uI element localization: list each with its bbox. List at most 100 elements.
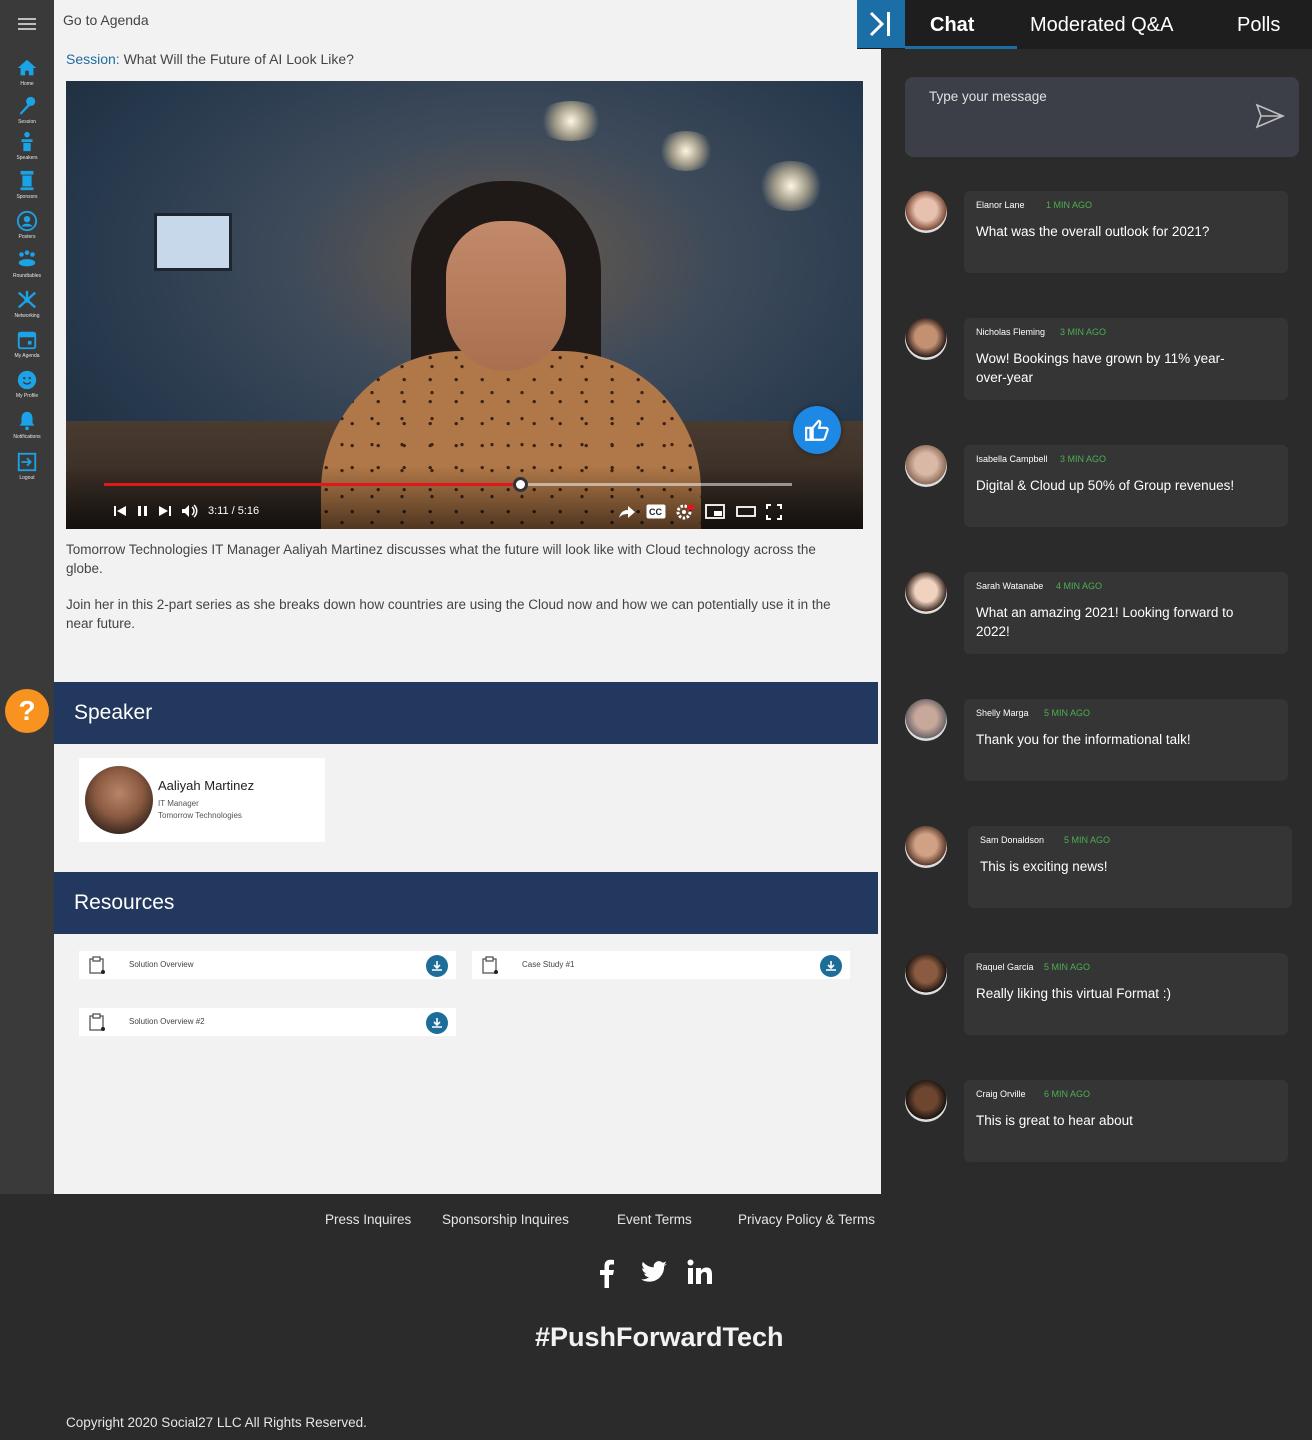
video-scrubber-handle[interactable]: [512, 477, 528, 492]
linkedin-icon[interactable]: [687, 1258, 713, 1286]
resource-item[interactable]: Solution Overview: [79, 951, 456, 979]
clipboard-icon: [89, 1013, 105, 1031]
chat-bubble: Raquel Garcia 5 MIN AGO Really liking this…: [964, 953, 1288, 1035]
background-lamp: [656, 131, 716, 171]
theater-mode-icon: [736, 506, 756, 517]
svg-text:CC: CC: [649, 507, 662, 517]
main-content: Go to Agenda Session: What Will the Futu…: [54, 0, 881, 1194]
chat-author: Isabella Campbell: [976, 454, 1048, 464]
theater-mode-button[interactable]: [736, 504, 756, 520]
nav-item-sponsors[interactable]: Sponsors: [0, 170, 54, 200]
nav-item-home[interactable]: Home: [0, 57, 54, 87]
nav-item-speakers[interactable]: Speakers: [0, 131, 54, 161]
panel-tabs: Chat Moderated Q&A Polls: [857, 0, 1312, 49]
resource-label: Solution Overview: [129, 960, 194, 969]
nav-item-session[interactable]: Session: [0, 95, 54, 125]
session-description-p1: Tomorrow Technologies IT Manager Aaliyah…: [66, 542, 816, 576]
collapse-panel-button[interactable]: [857, 0, 905, 48]
chat-bubble: Shelly Marga 5 MIN AGO Thank you for the i…: [964, 699, 1288, 781]
chat-avatar: [905, 953, 947, 995]
chat-input-placeholder: Type your message: [929, 89, 1047, 104]
resource-item[interactable]: Solution Overview #2: [79, 1008, 456, 1036]
facebook-icon[interactable]: [597, 1258, 617, 1288]
chat-avatar: [905, 1080, 947, 1122]
session-title: Session: What Will the Future of AI Look…: [66, 51, 354, 67]
user-circle-icon: [16, 210, 38, 232]
tab-chat[interactable]: Chat: [930, 14, 974, 37]
speaker-company: Tomorrow Technologies: [158, 811, 242, 820]
gear-icon: [676, 504, 694, 520]
chat-avatar: [905, 826, 947, 868]
pause-button[interactable]: [136, 504, 150, 520]
video-progress-bar[interactable]: [104, 477, 792, 492]
clipboard-icon: [89, 956, 105, 974]
volume-icon: [182, 504, 198, 518]
chat-timestamp: 3 MIN AGO: [1060, 454, 1107, 464]
nav-item-logout[interactable]: Logout: [0, 451, 54, 481]
miniplayer-button[interactable]: [705, 504, 725, 520]
tab-polls[interactable]: Polls: [1237, 14, 1280, 37]
skip-forward-icon: [159, 506, 171, 516]
chat-timestamp: 3 MIN AGO: [1060, 327, 1107, 337]
chat-timestamp: 6 MIN AGO: [1044, 1089, 1091, 1099]
speaker-section-header: Speaker: [54, 682, 878, 744]
session-label: Session:: [66, 51, 120, 67]
resources-section-header: Resources: [54, 872, 878, 934]
chat-bubble: Sam Donaldson 5 MIN AGO This is exciting n…: [968, 826, 1292, 908]
captions-button[interactable]: CC: [646, 504, 666, 520]
nav-item-posters[interactable]: Posters: [0, 210, 54, 240]
calendar-icon: [17, 331, 37, 350]
volume-button[interactable]: [181, 504, 199, 520]
send-icon[interactable]: [1255, 103, 1285, 129]
share-icon: [619, 506, 635, 518]
twitter-icon[interactable]: [640, 1258, 668, 1286]
hamburger-menu-icon[interactable]: [18, 18, 36, 30]
chat-text: What an amazing 2021! Looking forward to…: [976, 605, 1234, 639]
chat-text: Really liking this virtual Format :): [976, 986, 1172, 1001]
background-lamp: [756, 161, 826, 211]
chat-panel: Type your message Elanor Lane 1 MIN AGO Wh…: [881, 0, 1312, 1404]
footer-link-privacy[interactable]: Privacy Policy & Terms: [738, 1212, 875, 1227]
go-to-agenda-link[interactable]: Go to Agenda: [63, 12, 149, 28]
like-button[interactable]: [793, 406, 841, 454]
chat-text: Thank you for the informational talk!: [976, 732, 1191, 747]
share-button[interactable]: [618, 504, 636, 520]
speaker-name: Aaliyah Martinez: [158, 778, 255, 793]
tab-moderated-qa[interactable]: Moderated Q&A: [1030, 14, 1173, 37]
footer-link-sponsorship[interactable]: Sponsorship Inquires: [442, 1212, 569, 1227]
microphone-icon: [19, 96, 36, 115]
chat-bubble: Elanor Lane 1 MIN AGO What was the overall…: [964, 191, 1288, 273]
fullscreen-button[interactable]: [766, 504, 782, 520]
footer: Press Inquires Sponsorship Inquires Even…: [0, 1194, 881, 1404]
nav-item-notifications[interactable]: Notifications: [0, 410, 54, 440]
nav-item-my-profile[interactable]: My Profile: [0, 369, 54, 399]
pause-icon: [138, 506, 147, 516]
resource-label: Case Study #1: [522, 960, 575, 969]
chat-message-input[interactable]: Type your message: [905, 77, 1299, 157]
skip-back-button[interactable]: [113, 504, 127, 520]
help-button[interactable]: ?: [5, 689, 49, 733]
footer-link-event-terms[interactable]: Event Terms: [617, 1212, 692, 1227]
resource-item[interactable]: Case Study #1: [472, 951, 850, 979]
left-sidebar: Home Session Speakers Sponsors Posters R…: [0, 0, 54, 1194]
nav-item-my-agenda[interactable]: My Agenda: [0, 329, 54, 359]
video-player[interactable]: 3:11 / 5:16 CC: [66, 81, 863, 529]
skip-forward-button[interactable]: [158, 504, 172, 520]
chat-author: Craig Orville: [976, 1089, 1026, 1099]
resource-label: Solution Overview #2: [129, 1017, 205, 1026]
settings-button[interactable]: [676, 504, 694, 520]
download-button[interactable]: [820, 955, 842, 977]
download-button[interactable]: [426, 1012, 448, 1034]
speaker-title: IT Manager: [158, 799, 199, 808]
footer-link-press[interactable]: Press Inquires: [325, 1212, 411, 1227]
speaker-card[interactable]: Aaliyah Martinez IT Manager Tomorrow Tec…: [79, 758, 325, 842]
session-name: What Will the Future of AI Look Like?: [123, 51, 354, 67]
bell-icon: [19, 411, 35, 431]
chat-author: Shelly Marga: [976, 708, 1029, 718]
nav-item-networking[interactable]: Networking: [0, 289, 54, 319]
chat-bubble: Isabella Campbell 3 MIN AGO Digital & Clou…: [964, 445, 1288, 527]
download-button[interactable]: [426, 955, 448, 977]
nav-item-roundtables[interactable]: Roundtables: [0, 249, 54, 279]
podium-icon: [21, 131, 33, 152]
session-description-p2: Join her in this 2-part series as she br…: [66, 597, 831, 631]
